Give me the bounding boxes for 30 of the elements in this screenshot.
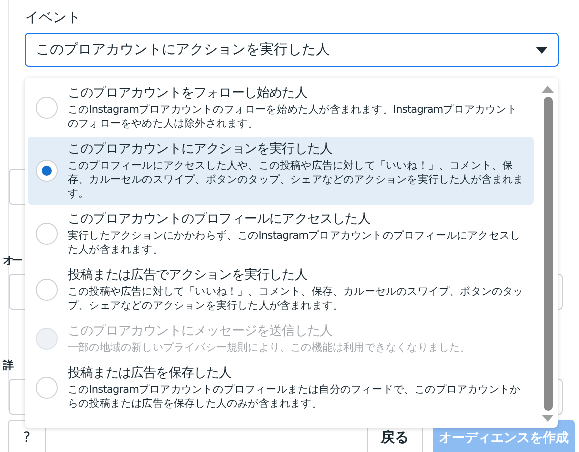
option-title: このプロアカウントにアクションを実行した人 xyxy=(68,141,334,159)
option-description: この投稿や広告に対して「いいね！」、コメント、保存、カルーセルのスワイプ、ボタンのタップ、シェアなどのアクションを実行した人が含まれます。 xyxy=(68,285,525,313)
option-title: このプロアカウントをフォローし始めた人 xyxy=(68,85,308,103)
option-title: 投稿または広告でアクションを実行した人 xyxy=(68,267,308,285)
radio-button[interactable] xyxy=(36,279,58,301)
radio-button[interactable] xyxy=(36,223,58,245)
radio-button[interactable] xyxy=(36,160,58,182)
caret-icon xyxy=(536,46,548,54)
dropdown-option[interactable]: 投稿または広告でアクションを実行した人 この投稿や広告に対して「いいね！」、コメント、保存、カルーセルのスワイプ、ボタンのタップ、シェアなどのアクションを実行した人が含まれます。 xyxy=(28,263,534,317)
option-title: このプロアカウントのプロフィールにアクセスした人 xyxy=(68,211,372,229)
scrollbar-thumb[interactable] xyxy=(544,97,552,411)
option-title: 投稿または広告を保存した人 xyxy=(68,365,233,383)
scroll-down-icon[interactable] xyxy=(542,415,554,422)
field-label: イベント xyxy=(25,9,82,28)
option-description: このInstagramプロアカウントのプロフィールまたは自分のフィードで、このプロアカウントからの投稿または広告を保存した人のみが含まれます。 xyxy=(68,383,522,411)
dropdown-option[interactable]: 投稿または広告を保存した人 このInstagramプロアカウントのプロフィールまたは自分のフィードで、このプロアカウントからの投稿または広告を保存した人のみが含まれます。 xyxy=(28,361,534,415)
option-description: 実行したアクションにかかわらず、このInstagramプロアカウントのプロフィールにアクセスした人が含まれます。 xyxy=(68,229,522,257)
scroll-up-icon[interactable] xyxy=(542,86,554,93)
radio-button[interactable] xyxy=(36,377,58,399)
event-select[interactable]: このプロアカウントにアクションを実行した人 xyxy=(25,33,559,67)
section-label: 詳 xyxy=(3,358,12,373)
dropdown-option[interactable]: このプロアカウントをフォローし始めた人 このInstagramプロアカウントのフォローを始めた人が含まれます。Instagramプロアカウントのフォローをやめた人は除外されます。 xyxy=(28,81,534,135)
dropdown-option[interactable]: このプロアカウントにアクションを実行した人 このプロフィールにアクセスした人や、この投稿や広告に対して「いいね！」、コメント、保存、カルーセルのスワイプ、ボタンのタップ、シェアなどのアクションを実行した人が含まれます。 xyxy=(28,137,534,205)
dropdown-option[interactable]: このプロアカウントのプロフィールにアクセスした人 実行したアクションにかかわらず、このInstagramプロアカウントのプロフィールにアクセスした人が含まれます。 xyxy=(28,207,534,261)
radio-button[interactable] xyxy=(36,97,58,119)
option-title: このプロアカウントにメッセージを送信した人 xyxy=(68,323,334,341)
option-description: このInstagramプロアカウントのフォローを始めた人が含まれます。Instagramプロアカウントのフォローをやめた人は除外されます。 xyxy=(68,103,518,131)
option-description: 一部の地域の新しいプライバシー規則により、この機能は利用できなくなりました。 xyxy=(68,341,472,355)
section-label: オー xyxy=(3,253,21,268)
option-description: このプロフィールにアクセスした人や、この投稿や広告に対して「いいね！」、コメント、保存、カルーセルのスワイプ、ボタンのタップ、シェアなどのアクションを実行した人が含まれます。 xyxy=(68,159,525,201)
